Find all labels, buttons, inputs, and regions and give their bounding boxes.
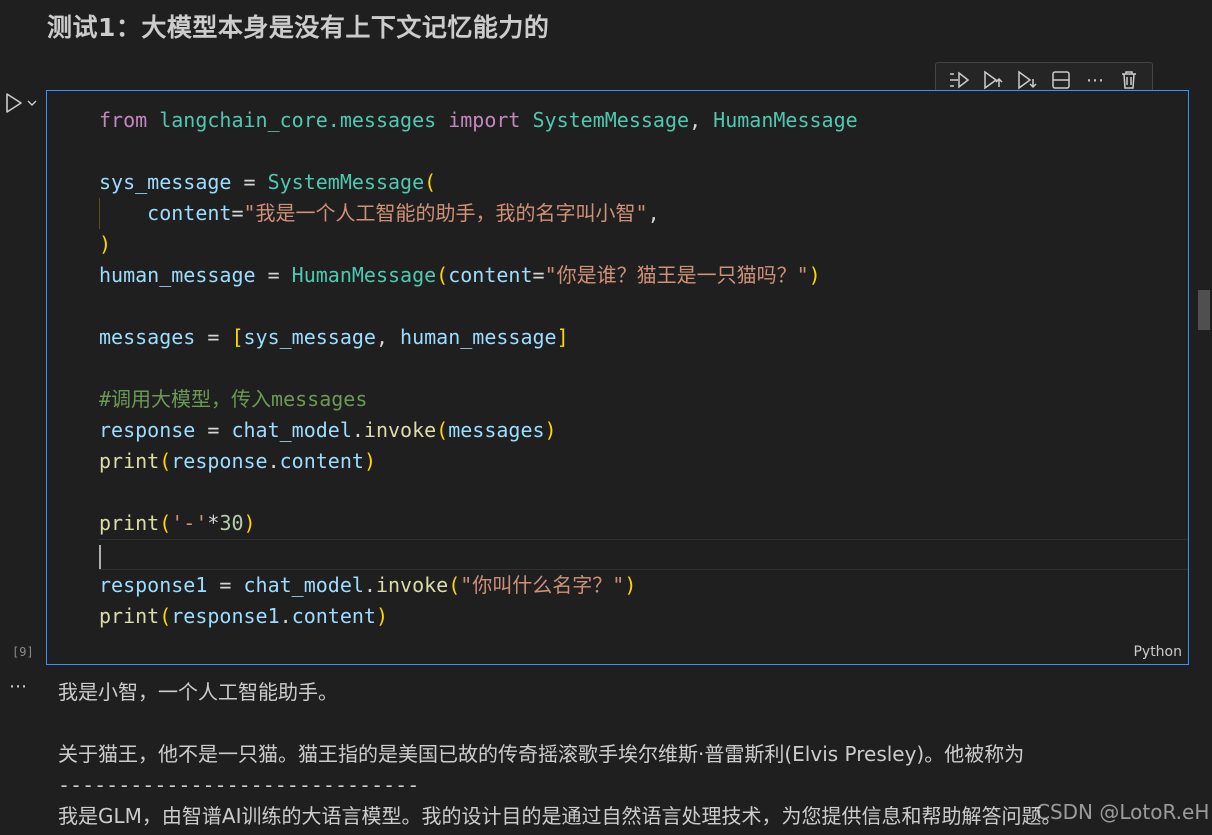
- code-line: content="我是一个人工智能的助手，我的名字叫小智",: [99, 198, 1188, 229]
- run-cell-icon[interactable]: [4, 92, 24, 114]
- code-line: #调用大模型，传入messages: [99, 387, 368, 411]
- code-line: from langchain_core.messages import Syst…: [99, 108, 858, 132]
- code-line: ): [99, 232, 112, 256]
- code-line: print('-'*30): [99, 511, 256, 535]
- output-more-icon[interactable]: ⋯: [9, 676, 28, 697]
- output-line: ------------------------------: [58, 773, 420, 797]
- watermark: CSDN @LotoR.eH: [1036, 800, 1210, 824]
- code-line: sys_message = SystemMessage(: [99, 170, 437, 194]
- code-line: messages = [sys_message, human_message]: [99, 325, 569, 349]
- cell-run-controls: [4, 92, 38, 114]
- code-line: print(response1.content): [99, 604, 389, 628]
- code-line: response1 = chat_model.invoke("你叫什么名字？"): [99, 573, 637, 597]
- code-cell[interactable]: from langchain_core.messages import Syst…: [46, 90, 1189, 665]
- text-cursor: [99, 544, 101, 569]
- execution-count: [9]: [12, 645, 34, 659]
- chevron-down-icon[interactable]: [26, 97, 38, 109]
- code-line-current: [99, 539, 1188, 570]
- markdown-heading: 测试1：大模型本身是没有上下文记忆能力的: [47, 13, 550, 42]
- output-line: 关于猫王，他不是一只猫。猫王指的是美国已故的传奇摇滚歌手埃尔维斯·普雷斯利(El…: [58, 742, 1025, 766]
- cell-language-picker[interactable]: Python: [1133, 644, 1182, 660]
- code-editor[interactable]: from langchain_core.messages import Syst…: [99, 105, 1188, 632]
- indent-guide: [99, 198, 100, 229]
- code-line: print(response.content): [99, 449, 376, 473]
- code-line: response = chat_model.invoke(messages): [99, 418, 557, 442]
- scrollbar-thumb[interactable]: [1198, 290, 1210, 330]
- output-line: 我是小智，一个人工智能助手。: [58, 680, 338, 704]
- code-line: human_message = HumanMessage(content="你是…: [99, 263, 821, 287]
- output-line: 我是GLM，由智谱AI训练的大语言模型。我的设计目的是通过自然语言处理技术，为您…: [58, 804, 1062, 828]
- cell-output: 我是小智，一个人工智能助手。 关于猫王，他不是一只猫。猫王指的是美国已故的传奇摇…: [58, 677, 1192, 832]
